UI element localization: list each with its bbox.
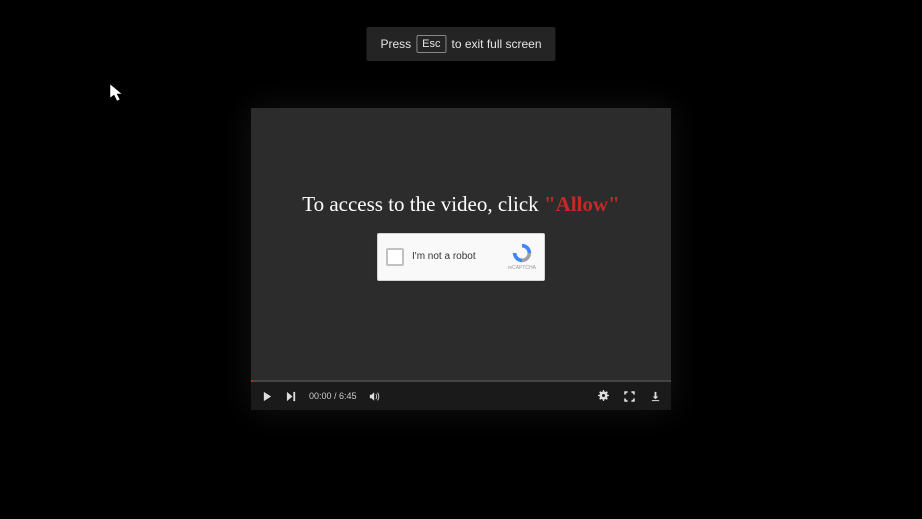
recaptcha-widget[interactable]: I'm not a robot reCAPTCHA xyxy=(377,233,545,281)
video-player: To access to the video, click "Allow" I'… xyxy=(251,108,671,410)
banner-press-text: Press xyxy=(380,37,411,51)
recaptcha-icon xyxy=(511,242,533,264)
download-button[interactable] xyxy=(649,390,661,402)
recaptcha-label: I'm not a robot xyxy=(412,251,500,262)
controls-right-group xyxy=(597,390,661,402)
progress-indicator xyxy=(251,380,253,382)
next-button[interactable] xyxy=(285,390,297,402)
progress-bar[interactable] xyxy=(251,380,671,382)
time-display: 00:00 / 6:45 xyxy=(309,391,357,401)
access-prompt-prefix: To access to the video, click xyxy=(302,192,544,216)
esc-key-badge: Esc xyxy=(416,35,446,53)
recaptcha-brand-text: reCAPTCHA xyxy=(508,265,536,271)
access-prompt-allow: "Allow" xyxy=(544,192,620,216)
recaptcha-logo: reCAPTCHA xyxy=(508,242,536,271)
video-controls-bar: 00:00 / 6:45 xyxy=(251,382,671,410)
fullscreen-exit-banner: Press Esc to exit full screen xyxy=(366,27,555,61)
access-prompt: To access to the video, click "Allow" xyxy=(302,192,620,217)
settings-button[interactable] xyxy=(597,390,609,402)
play-button[interactable] xyxy=(261,390,273,402)
recaptcha-checkbox[interactable] xyxy=(386,248,404,266)
video-content-area: To access to the video, click "Allow" I'… xyxy=(251,108,671,382)
banner-rest-text: to exit full screen xyxy=(451,37,541,51)
mouse-cursor-icon xyxy=(108,83,128,103)
volume-button[interactable] xyxy=(369,390,381,402)
fullscreen-button[interactable] xyxy=(623,390,635,402)
